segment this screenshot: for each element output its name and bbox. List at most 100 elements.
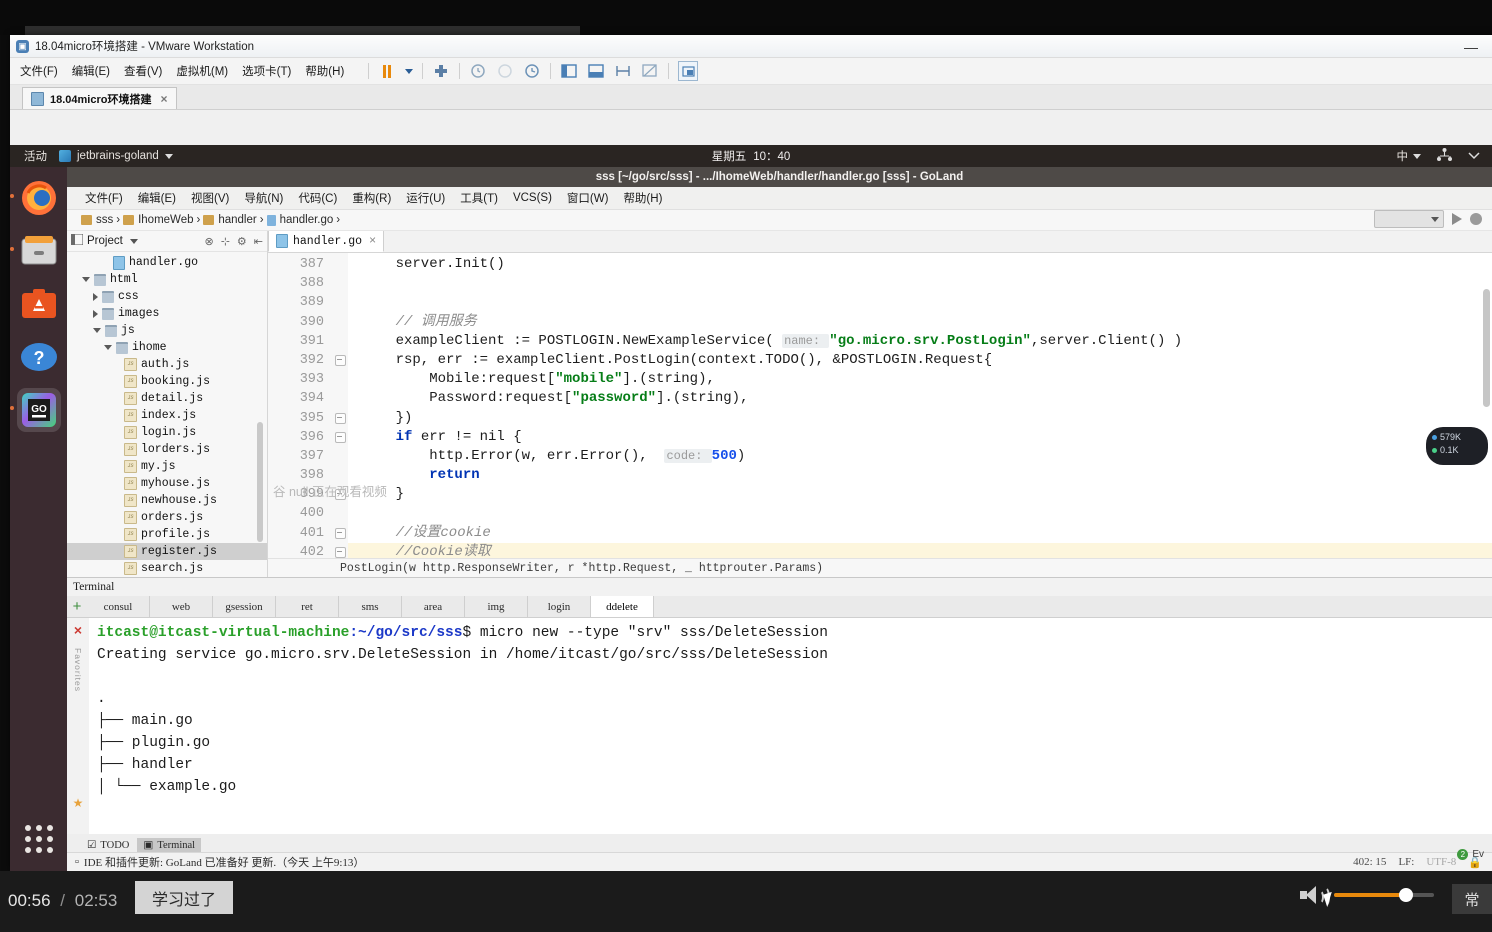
tree-item[interactable]: register.js — [67, 543, 267, 560]
fold-marker[interactable] — [332, 428, 348, 447]
menu-vcs[interactable]: VCS(S) — [513, 192, 552, 204]
terminal-tab-area[interactable]: area — [402, 596, 465, 617]
code-line[interactable]: // 调用服务 — [348, 313, 1492, 332]
tool-tab-terminal[interactable]: ▣ Terminal — [137, 838, 202, 852]
menu-view[interactable]: 视图(V) — [191, 190, 229, 206]
show-applications-button[interactable] — [10, 825, 67, 853]
code-line[interactable]: } — [348, 485, 1492, 504]
speaker-icon[interactable] — [1300, 885, 1330, 908]
dock-item-goland[interactable]: GO — [10, 388, 61, 432]
chevron-right-icon[interactable] — [93, 292, 98, 301]
vmware-menu-help[interactable]: 帮助(H) — [305, 63, 344, 79]
scroll-from-source-icon[interactable]: ⊹ — [221, 235, 230, 248]
hide-panel-icon[interactable]: ⇤ — [254, 235, 263, 248]
project-file-tree[interactable]: handler.go html css images js ihome auth.js boo… — [67, 252, 267, 577]
code-folding-gutter[interactable] — [332, 253, 348, 558]
tree-item[interactable]: auth.js — [67, 356, 267, 373]
favorites-star-icon[interactable]: ★ — [73, 796, 84, 810]
breadcrumb-item-sss[interactable]: sss — [81, 214, 113, 226]
event-log-indicator[interactable]: 2 Ev — [1457, 849, 1484, 860]
menu-run[interactable]: 运行(U) — [406, 190, 445, 206]
new-terminal-session-icon[interactable]: + — [67, 596, 87, 617]
close-terminal-icon[interactable]: × — [74, 622, 82, 638]
breadcrumb-item-handler-go[interactable]: handler.go — [266, 214, 333, 226]
vm-tab-18-04-micro[interactable]: 18.04micro环境搭建 × — [22, 87, 177, 109]
code-line[interactable]: //设置cookie — [348, 524, 1492, 543]
code-line[interactable]: exampleClient := POSTLOGIN.NewExampleSer… — [348, 332, 1492, 351]
code-line[interactable]: rsp, err := exampleClient.PostLogin(cont… — [348, 351, 1492, 370]
code-line[interactable] — [348, 293, 1492, 312]
chevron-down-icon[interactable] — [82, 277, 90, 282]
menu-edit[interactable]: 编辑(E) — [138, 190, 176, 206]
breadcrumb-item-handler[interactable]: handler — [203, 214, 257, 226]
file-encoding[interactable]: UTF-8 — [1426, 856, 1456, 868]
chevron-down-icon[interactable] — [104, 345, 112, 350]
chevron-right-icon[interactable] — [93, 309, 98, 318]
settings-gear-icon[interactable]: ⚙ — [237, 235, 247, 248]
tree-item[interactable]: js — [67, 322, 267, 339]
fold-marker[interactable] — [332, 524, 348, 543]
tree-item[interactable]: my.js — [67, 458, 267, 475]
tree-item[interactable]: ihome — [67, 339, 267, 356]
editor-scrollbar[interactable] — [1483, 289, 1490, 407]
active-app-menu[interactable]: jetbrains-goland — [59, 150, 173, 162]
vmware-menu-view[interactable]: 查看(V) — [124, 63, 162, 79]
show-sidebar-icon[interactable] — [560, 62, 578, 80]
tree-item[interactable]: profile.js — [67, 526, 267, 543]
terminal-tab-web[interactable]: web — [150, 596, 213, 617]
volume-knob[interactable] — [1399, 888, 1413, 902]
run-icon[interactable] — [1452, 213, 1462, 225]
unity-mode-icon[interactable] — [641, 62, 659, 80]
editor-tab-handler-go[interactable]: handler.go × — [268, 230, 385, 252]
quality-selector-button[interactable]: 常 — [1452, 884, 1492, 914]
editor-tab-close-icon[interactable]: × — [369, 234, 376, 248]
mark-as-studied-button[interactable]: 学习过了 — [135, 881, 233, 914]
collapse-all-icon[interactable]: ⊗ — [204, 235, 213, 248]
breadcrumb-item-ihomeweb[interactable]: IhomeWeb — [123, 214, 194, 226]
tree-item[interactable]: handler.go — [67, 254, 267, 271]
terminal-tab-gsession[interactable]: gsession — [213, 596, 276, 617]
activities-button[interactable]: 活动 — [24, 148, 47, 164]
terminal-tab-img[interactable]: img — [465, 596, 528, 617]
menu-tools[interactable]: 工具(T) — [460, 190, 498, 206]
fullscreen-icon[interactable] — [614, 62, 632, 80]
line-separator[interactable]: LF: — [1398, 856, 1414, 868]
dock-item-files[interactable] — [10, 229, 61, 273]
caret-position[interactable]: 402: 15 — [1353, 856, 1386, 868]
status-message[interactable]: IDE 和插件更新: GoLand 已准备好 更新.（今天 上午9:13） — [84, 854, 364, 870]
terminal-tab-ret[interactable]: ret — [276, 596, 339, 617]
menu-navigate[interactable]: 导航(N) — [244, 190, 283, 206]
tree-item[interactable]: search.js — [67, 560, 267, 577]
terminal-tab-login[interactable]: login — [528, 596, 591, 617]
code-line[interactable]: if err != nil { — [348, 428, 1492, 447]
dock-item-ubuntu-software[interactable] — [17, 282, 61, 326]
vm-tab-close-icon[interactable]: × — [160, 92, 167, 106]
menu-window[interactable]: 窗口(W) — [567, 190, 609, 206]
code-line[interactable]: server.Init() — [348, 255, 1492, 274]
library-view-icon[interactable] — [678, 61, 699, 81]
show-console-icon[interactable] — [587, 62, 605, 80]
terminal-tab-sms[interactable]: sms — [339, 596, 402, 617]
code-text[interactable]: server.Init() // 调用服务 exampleClient := P… — [348, 253, 1492, 558]
ubuntu-clock[interactable]: 星期五 10：40 — [712, 148, 791, 164]
chevron-down-icon[interactable] — [93, 328, 101, 333]
chevron-down-icon[interactable] — [129, 238, 138, 244]
code-line[interactable]: //Cookie读取 — [348, 542, 1492, 558]
vmware-menu-edit[interactable]: 编辑(E) — [72, 63, 110, 79]
volume-control[interactable] — [1300, 885, 1434, 908]
code-viewport[interactable]: 387 388 389 390 391 392 393 394 395 396 397 398 399 4… — [268, 253, 1492, 558]
tree-item[interactable]: index.js — [67, 407, 267, 424]
code-line[interactable]: Mobile:request["mobile"].(string), — [348, 370, 1492, 389]
vmware-menu-vm[interactable]: 虚拟机(M) — [176, 63, 228, 79]
network-icon[interactable] — [1437, 148, 1452, 164]
code-line[interactable] — [348, 504, 1492, 523]
tree-item[interactable]: newhouse.js — [67, 492, 267, 509]
code-line[interactable]: }) — [348, 409, 1492, 428]
dock-item-help[interactable]: ? — [17, 335, 61, 379]
debug-icon[interactable] — [1470, 213, 1482, 225]
tree-item[interactable]: html — [67, 271, 267, 288]
code-line[interactable]: return — [348, 466, 1492, 485]
code-line[interactable]: http.Error(w, err.Error(), code: 500) — [348, 447, 1492, 466]
vmware-menu-tabs[interactable]: 选项卡(T) — [242, 63, 291, 79]
run-configuration-select[interactable] — [1374, 210, 1444, 228]
